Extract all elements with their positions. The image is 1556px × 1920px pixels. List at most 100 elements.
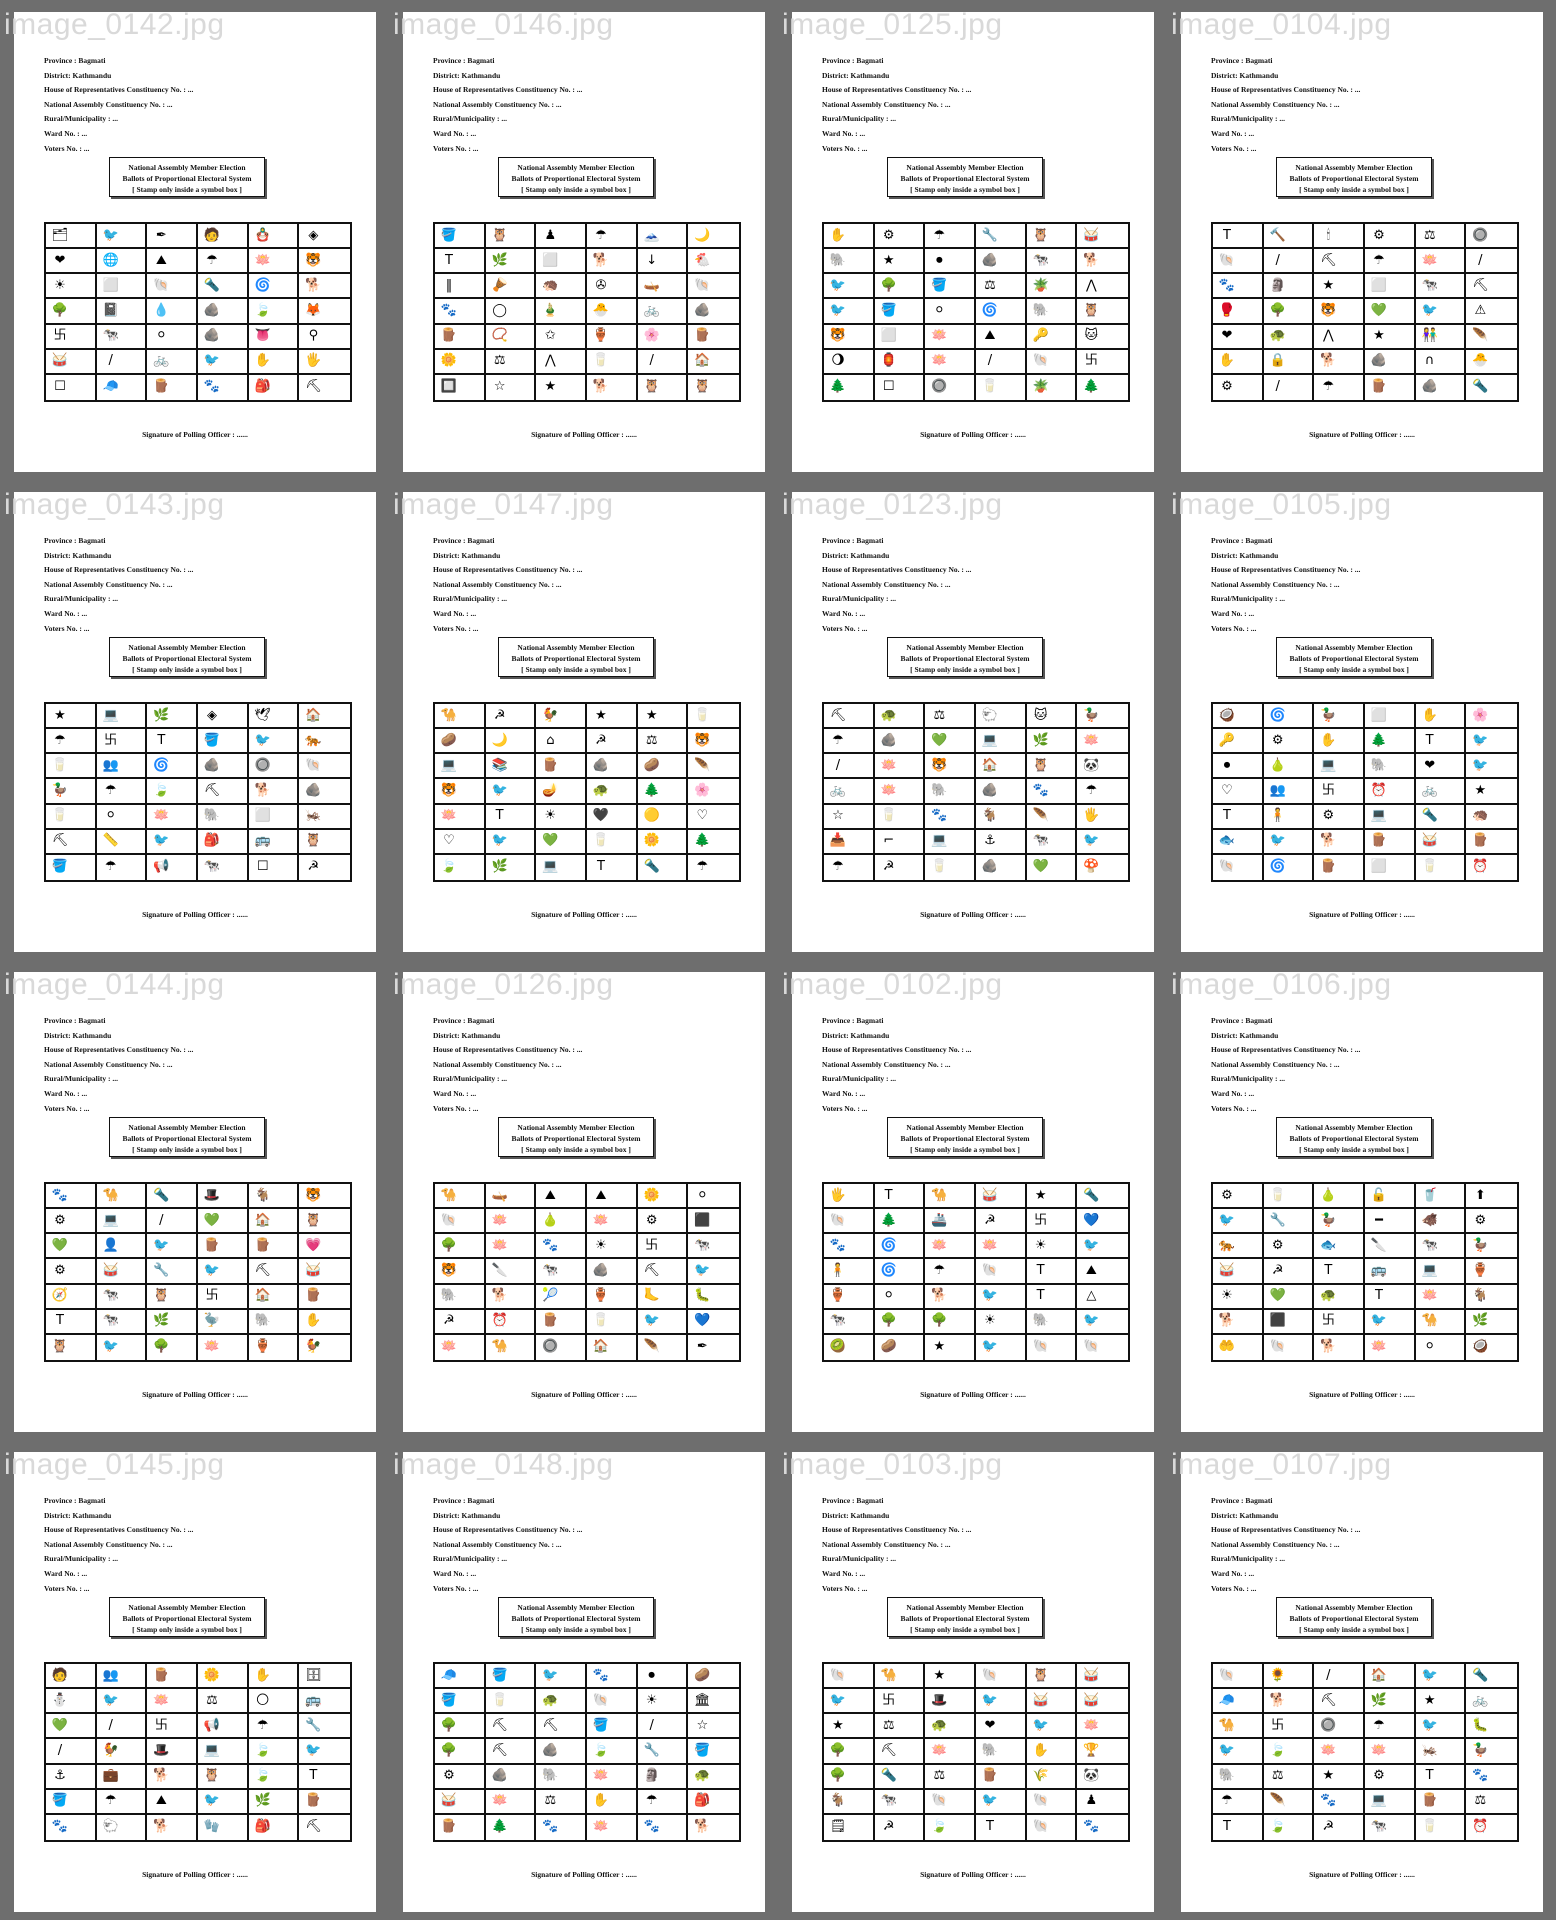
symbol-box[interactable]: 🐢: [874, 704, 926, 730]
symbol-box[interactable]: 🍃: [248, 1764, 300, 1790]
symbol-box[interactable]: 🐚: [1264, 1334, 1315, 1360]
symbol-box[interactable]: 🌀: [147, 754, 198, 780]
symbol-box[interactable]: 🪣: [46, 1789, 97, 1815]
symbol-box[interactable]: 🪵: [435, 1814, 486, 1840]
symbol-box[interactable]: 🧍: [824, 1259, 875, 1285]
symbol-box[interactable]: 🦆: [1314, 704, 1365, 730]
symbol-box[interactable]: 💚: [925, 729, 976, 755]
symbol-box[interactable]: 🪷: [198, 1334, 249, 1360]
symbol-box[interactable]: 🏠: [248, 1209, 300, 1235]
thumbnail-tile[interactable]: Province : Bagmati District: Kathmandu H…: [391, 482, 777, 958]
symbol-box[interactable]: ⛏: [299, 1815, 350, 1840]
symbol-box[interactable]: ⬜: [874, 324, 926, 350]
symbol-box[interactable]: ☭: [875, 1814, 926, 1840]
symbol-box[interactable]: 🪷: [925, 1739, 976, 1765]
symbol-box[interactable]: 🐕: [485, 1284, 537, 1310]
symbol-box[interactable]: 🪷: [1365, 1739, 1416, 1765]
symbol-box[interactable]: 🥥: [1213, 704, 1264, 730]
symbol-box[interactable]: 🐦: [824, 274, 875, 300]
symbol-box[interactable]: 🥛: [925, 854, 976, 880]
thumbnail-tile[interactable]: Province : Bagmati District: Kathmandu H…: [1169, 2, 1555, 478]
symbol-box[interactable]: T: [1365, 1284, 1416, 1310]
symbol-box[interactable]: 🐦: [1415, 1664, 1467, 1690]
symbol-box[interactable]: ◈: [198, 704, 249, 730]
symbol-box[interactable]: 🏮: [874, 349, 926, 375]
symbol-box[interactable]: 🔦: [638, 854, 689, 880]
symbol-box[interactable]: 🦶: [637, 1284, 689, 1310]
symbol-box[interactable]: ☐: [46, 374, 97, 400]
symbol-box[interactable]: 🐄: [1026, 249, 1078, 275]
symbol-box[interactable]: 🐚: [1077, 1335, 1128, 1360]
symbol-box[interactable]: ⌂: [536, 729, 587, 755]
symbol-box[interactable]: 🐚: [147, 274, 198, 300]
symbol-box[interactable]: 🪔: [536, 779, 587, 805]
symbol-box[interactable]: 🐪: [1415, 1309, 1467, 1335]
symbol-box[interactable]: ⚖: [874, 1714, 926, 1740]
symbol-box[interactable]: 🌲: [486, 1814, 537, 1840]
symbol-box[interactable]: ⚖: [485, 349, 537, 375]
symbol-box[interactable]: 🍃: [435, 854, 486, 880]
symbol-box[interactable]: 🌳: [435, 1234, 486, 1260]
symbol-box[interactable]: ☭: [1314, 1814, 1365, 1840]
symbol-box[interactable]: 🔒: [1263, 349, 1315, 375]
symbol-box[interactable]: 📢: [198, 1714, 249, 1740]
symbol-box[interactable]: 🐦: [1077, 1234, 1128, 1260]
symbol-box[interactable]: 🍃: [147, 779, 198, 805]
symbol-box[interactable]: 🎍: [536, 299, 587, 325]
symbol-box[interactable]: 🐑: [976, 704, 1027, 730]
symbol-box[interactable]: T: [435, 249, 486, 275]
symbol-box[interactable]: 🌳: [824, 1739, 875, 1765]
thumbnail-tile[interactable]: Province : Bagmati District: Kathmandu H…: [1169, 962, 1555, 1438]
symbol-box[interactable]: ☆: [824, 804, 875, 830]
symbol-box[interactable]: 💙: [688, 1310, 739, 1335]
symbol-box[interactable]: 🐦: [1077, 830, 1128, 855]
symbol-box[interactable]: ☭: [976, 1209, 1027, 1235]
symbol-box[interactable]: 🐕: [1263, 1689, 1315, 1715]
thumbnail-tile[interactable]: Province : Bagmati District: Kathmandu H…: [2, 962, 388, 1438]
symbol-box[interactable]: 🪷: [248, 249, 300, 275]
symbol-box[interactable]: 🥛: [1263, 1184, 1315, 1210]
symbol-box[interactable]: ⛰: [536, 1184, 587, 1210]
symbol-box[interactable]: 🐓: [96, 1739, 148, 1765]
symbol-box[interactable]: 🦆: [1077, 704, 1128, 730]
symbol-box[interactable]: ☂: [96, 1789, 148, 1815]
symbol-box[interactable]: 🐦: [96, 224, 148, 250]
symbol-box[interactable]: /: [637, 349, 689, 375]
symbol-box[interactable]: /: [976, 349, 1027, 375]
symbol-box[interactable]: 🪷: [1077, 729, 1128, 755]
symbol-box[interactable]: 🪷: [485, 1789, 537, 1815]
symbol-box[interactable]: 🪶: [688, 754, 739, 780]
symbol-box[interactable]: ★: [1466, 779, 1517, 805]
thumbnail-tile[interactable]: Province : Bagmati District: Kathmandu H…: [1169, 482, 1555, 958]
symbol-box[interactable]: T: [1026, 1259, 1078, 1285]
symbol-box[interactable]: 🚲: [147, 349, 198, 375]
symbol-box[interactable]: 👅: [248, 324, 300, 350]
symbol-box[interactable]: ⚙: [1263, 1234, 1315, 1260]
symbol-box[interactable]: ⚪: [1416, 1334, 1467, 1360]
symbol-box[interactable]: 🌿: [1026, 729, 1078, 755]
symbol-box[interactable]: 🔘: [1466, 224, 1517, 250]
symbol-box[interactable]: 🐢: [536, 1689, 587, 1715]
symbol-box[interactable]: 🐾: [587, 1664, 638, 1690]
symbol-box[interactable]: 🪷: [1415, 249, 1467, 275]
symbol-box[interactable]: 🛶: [485, 1184, 537, 1210]
symbol-box[interactable]: 🌀: [976, 299, 1027, 325]
symbol-box[interactable]: 🏠: [248, 1284, 300, 1310]
symbol-box[interactable]: 💼: [96, 1764, 148, 1790]
symbol-box[interactable]: ✋: [1213, 349, 1264, 375]
symbol-box[interactable]: ✋: [1026, 1739, 1078, 1765]
symbol-box[interactable]: ★: [874, 249, 926, 275]
symbol-box[interactable]: /: [1264, 374, 1315, 400]
symbol-box[interactable]: 🐢: [1263, 324, 1315, 350]
symbol-box[interactable]: ⚓: [46, 1764, 97, 1790]
symbol-box[interactable]: 🔦: [1415, 804, 1467, 830]
symbol-box[interactable]: 🏠: [1365, 1664, 1416, 1690]
symbol-box[interactable]: 🐄: [688, 1234, 739, 1260]
symbol-box[interactable]: 🪷: [485, 1209, 537, 1235]
symbol-box[interactable]: 🐦: [1415, 299, 1467, 325]
symbol-box[interactable]: 🐦: [824, 1689, 875, 1715]
symbol-box[interactable]: 🔪: [1365, 1234, 1416, 1260]
symbol-box[interactable]: 🦆: [1314, 1209, 1365, 1235]
symbol-box[interactable]: 🐦: [637, 1309, 689, 1335]
symbol-box[interactable]: ☂: [925, 224, 976, 250]
